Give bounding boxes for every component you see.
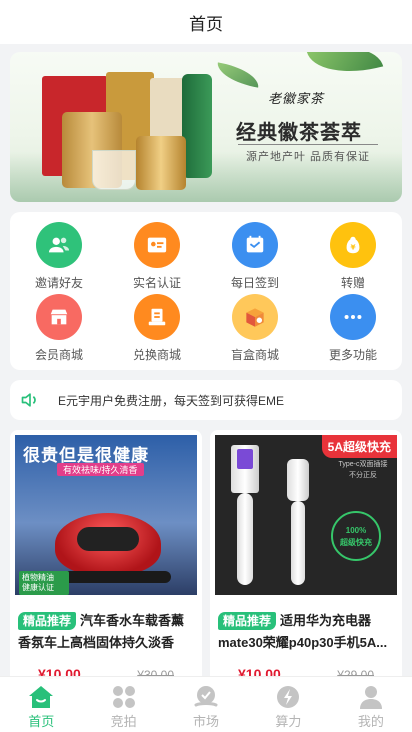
tab-hashrate[interactable]: 算力	[247, 677, 329, 732]
banner-divider	[238, 144, 378, 145]
speaker-icon	[21, 393, 36, 407]
menu-label: 转赠	[340, 276, 365, 290]
image-badge: 植物精油 健康认证	[19, 571, 69, 595]
top-header: 首页	[0, 0, 412, 44]
usb-port	[237, 449, 253, 469]
image-badge: 100% 超级快充	[331, 511, 381, 561]
image-headline: 5A超级快充	[321, 435, 397, 458]
tea-tin-small	[136, 136, 186, 190]
function-menu: 邀请好友 实名认证 每日签到 ¥ 转赠 会员商城 兑换商城 盲盒商城 更多功能	[10, 212, 402, 370]
cable-right	[291, 501, 305, 585]
hashrate-icon	[277, 686, 300, 708]
invite-friends-icon	[36, 222, 82, 268]
banner-brand: 老徽家茶	[268, 92, 325, 107]
image-subheadline: Type-c双面插接 不分正反	[338, 461, 388, 479]
menu-member-mall[interactable]: 会员商城	[14, 294, 104, 363]
product-image: 很贵但是很健康 有效祛味/持久清香 植物精油 健康认证	[15, 435, 197, 595]
tea-can-green	[182, 74, 212, 178]
menu-label: 更多功能	[328, 348, 377, 362]
car-freshener-face	[77, 527, 139, 551]
menu-label: 盲盒商城	[230, 348, 279, 362]
menu-exchange-mall[interactable]: 兑换商城	[112, 294, 202, 363]
menu-label: 实名认证	[132, 276, 181, 290]
menu-label: 兑换商城	[132, 348, 181, 362]
menu-label: 每日签到	[230, 276, 279, 290]
menu-more-functions[interactable]: 更多功能	[308, 294, 398, 363]
tab-auction[interactable]: 竞拍	[82, 677, 164, 732]
profile-icon	[359, 686, 382, 709]
tab-label: 我的	[357, 714, 384, 729]
tab-profile[interactable]: 我的	[330, 677, 412, 732]
svg-text:¥: ¥	[350, 243, 356, 252]
tab-market[interactable]: 市场	[165, 677, 247, 732]
banner-title: 经典徽茶荟萃	[236, 122, 362, 144]
notice-text: E元宇用户免费注册，每天签到可获得EME	[58, 393, 285, 408]
bottom-tab-bar: 首页 竞拍 市场 算力 我的	[0, 676, 412, 732]
tea-banner[interactable]: 老徽家茶 经典徽茶荟萃 源产地产叶 品质有保证	[10, 52, 402, 202]
daily-checkin-icon	[232, 222, 278, 268]
product-tag: 精品推荐	[18, 612, 77, 630]
home-icon	[29, 686, 54, 708]
page-title: 首页	[189, 14, 223, 34]
member-mall-icon	[36, 294, 82, 340]
transfer-gift-icon: ¥	[330, 222, 376, 268]
blind-box-icon	[232, 294, 278, 340]
auction-icon	[112, 686, 135, 708]
tab-label: 首页	[28, 714, 55, 729]
banner-subtitle: 源产地产叶 品质有保证	[246, 151, 371, 163]
notice-bar[interactable]: E元宇用户免费注册，每天签到可获得EME	[10, 380, 402, 420]
image-subheadline: 有效祛味/持久清香	[57, 463, 144, 476]
product-card[interactable]: 很贵但是很健康 有效祛味/持久清香 植物精油 健康认证 精品推荐 汽车香水车载香薰…	[10, 430, 202, 690]
typec-connector	[287, 459, 309, 501]
menu-label: 会员商城	[34, 348, 83, 362]
product-card[interactable]: 5A超级快充 Type-c双面插接 不分正反 100% 超级快充 精品推荐 适用华…	[210, 430, 402, 690]
exchange-mall-icon	[134, 294, 180, 340]
product-title: 精品推荐 适用华为充电器mate30荣耀p40p30手机5A...	[218, 610, 394, 654]
menu-id-verify[interactable]: 实名认证	[112, 222, 202, 291]
more-functions-icon	[330, 294, 376, 340]
market-icon	[194, 686, 218, 707]
id-verify-icon	[134, 222, 180, 268]
tea-glass	[92, 150, 136, 190]
tab-home[interactable]: 首页	[0, 677, 82, 732]
product-tag: 精品推荐	[218, 612, 277, 630]
menu-label: 邀请好友	[34, 276, 83, 290]
menu-invite-friends[interactable]: 邀请好友	[14, 222, 104, 291]
tab-label: 市场	[193, 714, 220, 729]
product-image: 5A超级快充 Type-c双面插接 不分正反 100% 超级快充	[215, 435, 397, 595]
product-title: 精品推荐汽车香水车载香薰香氛车上高档固体持久淡香膏...	[18, 610, 194, 654]
menu-transfer-gift[interactable]: ¥ 转赠	[308, 222, 398, 291]
tab-label: 竞拍	[110, 714, 137, 729]
menu-daily-checkin[interactable]: 每日签到	[210, 222, 300, 291]
tab-label: 算力	[275, 714, 302, 729]
menu-blind-box[interactable]: 盲盒商城	[210, 294, 300, 363]
cable-left	[237, 493, 253, 585]
